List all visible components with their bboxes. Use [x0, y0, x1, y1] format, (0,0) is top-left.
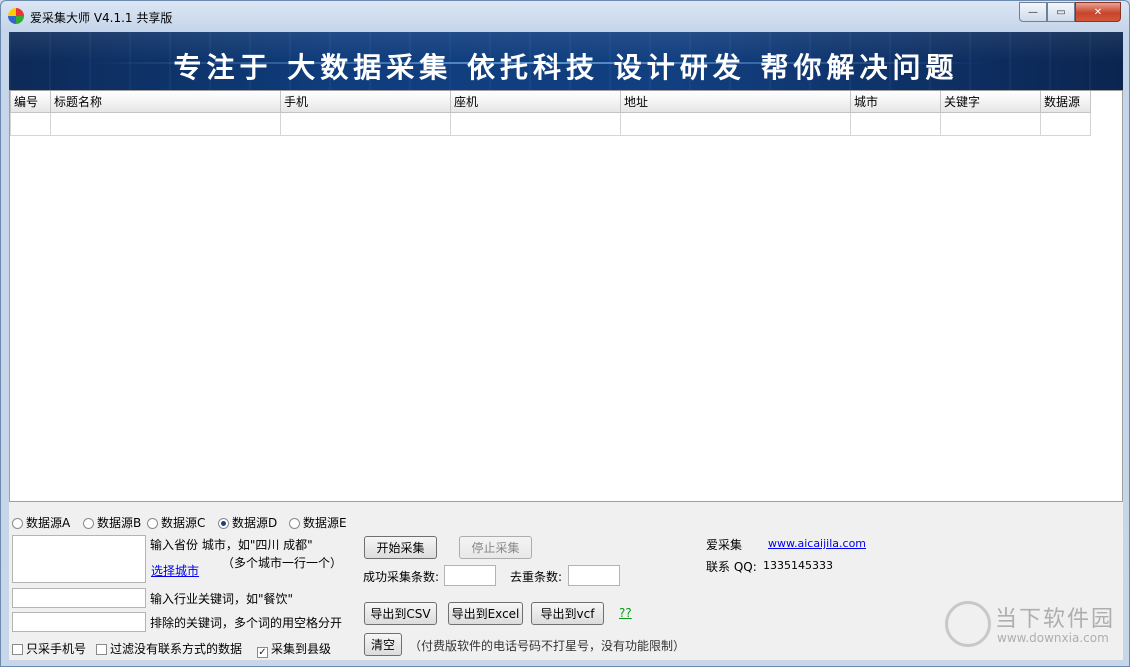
checkbox-checked-icon: ✓: [257, 647, 268, 658]
watermark-logo-icon: [945, 601, 991, 647]
exclude-hint: 排除的关键词，多个词的用空格分开: [150, 616, 343, 630]
app-logo-icon: [8, 8, 24, 24]
watermark-name: 当下软件园: [995, 607, 1116, 632]
export-csv-button[interactable]: 导出到CSV: [364, 602, 437, 625]
source-radio-b[interactable]: 数据源B: [83, 514, 141, 531]
dedup-count-label: 去重条数:: [510, 570, 563, 584]
dedup-count-field: [568, 565, 620, 586]
col-header[interactable]: 手机: [280, 91, 451, 113]
radio-selected-icon: [218, 518, 229, 529]
brand-label: 爱采集: [706, 538, 743, 552]
col-header[interactable]: 编号: [10, 91, 51, 113]
export-vcf-button[interactable]: 导出到vcf: [531, 602, 604, 625]
export-excel-button[interactable]: 导出到Excel: [448, 602, 523, 625]
keyword-hint: 输入行业关键词，如"餐饮": [150, 592, 294, 606]
source-radio-e[interactable]: 数据源E: [289, 514, 347, 531]
source-radio-c[interactable]: 数据源C: [147, 514, 205, 531]
only-mobile-checkbox[interactable]: 只采手机号: [12, 640, 86, 657]
radio-icon: [289, 518, 300, 529]
filter-no-contact-checkbox[interactable]: 过滤没有联系方式的数据: [96, 640, 242, 657]
qq-label: 联系 QQ:: [706, 560, 757, 574]
minimize-button[interactable]: —: [1019, 2, 1047, 22]
checkbox-icon: [12, 644, 23, 655]
banner: 专注于 大数据采集 依托科技 设计研发 帮你解决问题: [9, 32, 1123, 90]
clear-button[interactable]: 清空: [364, 633, 402, 656]
watermark-url: www.downxia.com: [997, 631, 1109, 645]
radio-icon: [83, 518, 94, 529]
col-header[interactable]: 数据源: [1040, 91, 1091, 113]
results-grid[interactable]: 编号 标题名称 手机 座机 地址 城市 关键字 数据源: [9, 90, 1123, 502]
qq-number: 1335145333: [763, 559, 833, 572]
radio-icon: [147, 518, 158, 529]
city-textarea[interactable]: [12, 535, 146, 583]
table-row[interactable]: [10, 112, 1091, 136]
website-link[interactable]: www.aicaijila.com: [768, 537, 866, 550]
radio-icon: [12, 518, 23, 529]
keyword-input[interactable]: [12, 588, 146, 608]
city-hint: 输入省份 城市，如"四川 成都": [150, 538, 313, 552]
exclude-keyword-input[interactable]: [12, 612, 146, 632]
col-header[interactable]: 座机: [450, 91, 621, 113]
county-level-checkbox[interactable]: ✓ 采集到县级: [257, 640, 331, 658]
select-city-link[interactable]: 选择城市: [151, 562, 199, 579]
checkbox-icon: [96, 644, 107, 655]
client-area: 专注于 大数据采集 依托科技 设计研发 帮你解决问题 编号 标题名称 手机 座机…: [9, 32, 1123, 660]
start-collect-button[interactable]: 开始采集: [364, 536, 437, 559]
maximize-button[interactable]: ▭: [1047, 2, 1075, 22]
window-title: 爱采集大师 V4.1.1 共享版: [30, 11, 173, 25]
paid-version-note: （付费版软件的电话号码不打星号，没有功能限制）: [409, 639, 686, 653]
source-radio-d[interactable]: 数据源D: [218, 514, 277, 531]
col-header[interactable]: 地址: [620, 91, 851, 113]
col-header[interactable]: 城市: [850, 91, 941, 113]
title-bar: 爱采集大师 V4.1.1 共享版 — ▭ ✕: [1, 1, 1129, 31]
close-button[interactable]: ✕: [1075, 2, 1121, 22]
col-header[interactable]: 标题名称: [50, 91, 281, 113]
col-header[interactable]: 关键字: [940, 91, 1041, 113]
city-hint-multi: （多个城市一行一个）: [222, 556, 343, 570]
app-window: 爱采集大师 V4.1.1 共享版 — ▭ ✕ 专注于 大数据采集 依托科技 设计…: [0, 0, 1130, 667]
success-count-label: 成功采集条数:: [363, 570, 440, 584]
table-header-row: 编号 标题名称 手机 座机 地址 城市 关键字 数据源: [10, 91, 1091, 113]
stop-collect-button[interactable]: 停止采集: [459, 536, 532, 559]
results-table: 编号 标题名称 手机 座机 地址 城市 关键字 数据源: [10, 91, 1091, 136]
banner-text: 专注于 大数据采集 依托科技 设计研发 帮你解决问题: [173, 51, 959, 84]
help-link[interactable]: ??: [619, 606, 632, 620]
source-radio-a[interactable]: 数据源A: [12, 514, 70, 531]
success-count-field: [444, 565, 496, 586]
